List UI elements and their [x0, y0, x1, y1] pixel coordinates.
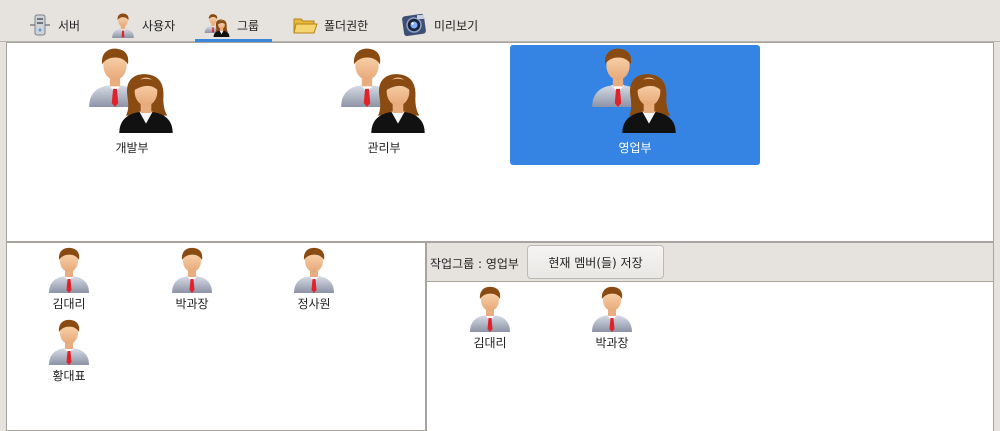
tab-group[interactable]: 그룹 [195, 8, 272, 42]
working-group-area: 작업그룹 : 영업부 현재 멤버(들) 저장 김대리 박과장 [426, 242, 994, 431]
member-label: 박과장 [595, 336, 629, 350]
user-item[interactable]: 박과장 [147, 245, 237, 313]
group-icon [336, 45, 432, 133]
tab-user[interactable]: 사용자 [102, 8, 183, 42]
user-item[interactable]: 정사원 [269, 245, 359, 313]
user-icon [110, 12, 136, 38]
group-label: 개발부 [115, 141, 149, 155]
user-item[interactable]: 황대표 [24, 317, 114, 385]
tab-user-label: 사용자 [142, 18, 176, 33]
all-users-panel: 김대리 박과장 정사원 황대표 [6, 242, 426, 431]
tab-preview-label: 미리보기 [434, 18, 479, 33]
tab-bar: 서버 사용자 그룹 폴더권한 미리보기 [0, 0, 1000, 42]
group-item-dev[interactable]: 개발부 [7, 45, 257, 165]
group-item-admin[interactable]: 관리부 [259, 45, 509, 165]
group-item-sales[interactable]: 영업부 [510, 45, 760, 165]
group-list-panel: 개발부 관리부 영업부 [6, 42, 994, 242]
preview-icon [400, 12, 428, 38]
user-label: 김대리 [52, 297, 86, 311]
group-members-panel: 김대리 박과장 [427, 281, 993, 431]
group-label: 관리부 [367, 141, 401, 155]
user-icon [290, 245, 338, 293]
server-icon [28, 13, 52, 37]
tab-server[interactable]: 서버 [20, 8, 88, 42]
user-icon [168, 245, 216, 293]
user-icon [45, 245, 93, 293]
tab-server-label: 서버 [58, 18, 81, 33]
user-icon [45, 317, 93, 365]
user-icon [588, 284, 636, 332]
member-item[interactable]: 김대리 [445, 284, 535, 352]
save-members-button[interactable]: 현재 멤버(들) 저장 [527, 245, 664, 279]
group-label: 영업부 [618, 141, 652, 155]
member-label: 김대리 [473, 336, 507, 350]
tab-group-label: 그룹 [237, 18, 260, 33]
user-label: 정사원 [297, 297, 331, 311]
user-label: 박과장 [175, 297, 209, 311]
working-group-label: 작업그룹 : 영업부 [430, 257, 519, 271]
folder-icon [292, 13, 318, 37]
tab-folder-permission-label: 폴더권한 [324, 18, 369, 33]
group-icon [203, 13, 231, 37]
user-item[interactable]: 김대리 [24, 245, 114, 313]
tab-folder-permission[interactable]: 폴더권한 [284, 8, 376, 42]
group-icon [587, 45, 683, 133]
user-label: 황대표 [52, 369, 86, 383]
group-icon [84, 45, 180, 133]
tab-preview[interactable]: 미리보기 [392, 8, 486, 42]
member-item[interactable]: 박과장 [567, 284, 657, 352]
user-icon [466, 284, 514, 332]
